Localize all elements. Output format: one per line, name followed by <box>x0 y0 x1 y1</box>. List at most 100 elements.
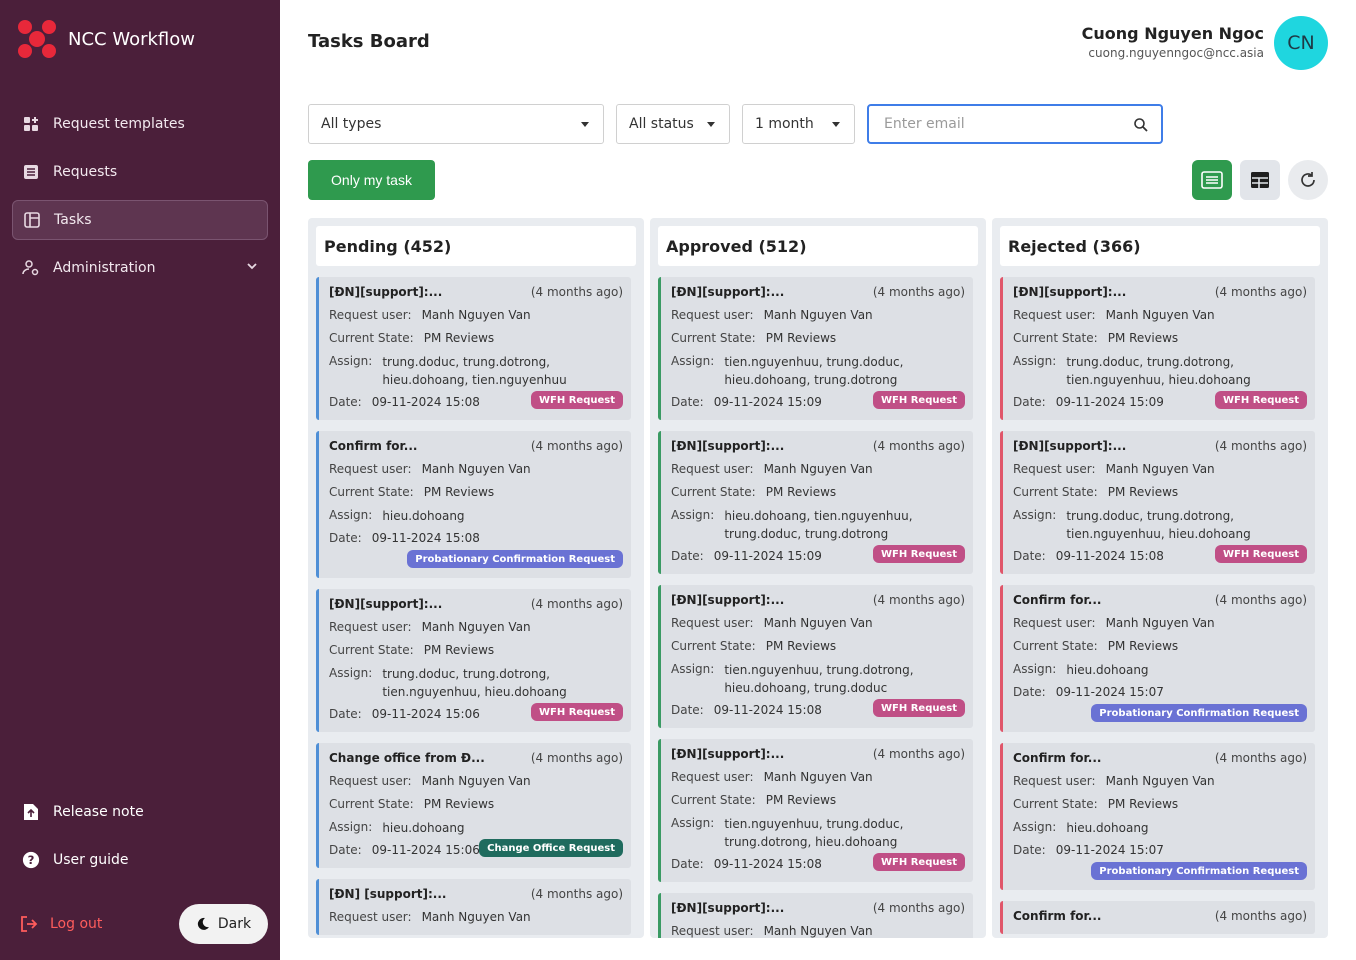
card-row: Request user: Manh Nguyen Van <box>671 616 965 639</box>
card-header-row: [ĐN][support]:... (4 months ago) <box>671 285 965 308</box>
request-user: Manh Nguyen Van <box>763 462 873 476</box>
field-label: Date: <box>329 531 362 545</box>
type-select[interactable]: All types <box>308 104 604 144</box>
field-label: Date: <box>1013 395 1046 409</box>
logout-label: Log out <box>50 916 103 932</box>
task-age: (4 months ago) <box>872 747 965 761</box>
field-label: Date: <box>329 707 362 721</box>
sidebar-item-user-guide[interactable]: ? User guide <box>12 840 268 880</box>
current-state: PM Reviews <box>423 797 495 811</box>
status-select[interactable]: All status <box>616 104 730 144</box>
search-icon[interactable] <box>1133 117 1149 133</box>
task-card[interactable]: [ĐN][support]:... (4 months ago) Request u… <box>1000 277 1315 420</box>
request-user: Manh Nguyen Van <box>763 308 873 322</box>
card-row: Current State: PM Reviews <box>671 485 965 508</box>
request-user: Manh Nguyen Van <box>763 616 873 630</box>
request-type-badge: WFH Request <box>531 391 623 409</box>
task-date: 09-11-2024 15:06 <box>371 843 480 857</box>
column-title: Rejected (366) <box>1000 226 1320 266</box>
card-row: Assign: tien.nguyenhuu, trung.doduc, hieu… <box>671 354 965 395</box>
brand[interactable]: NCC Workflow <box>16 18 195 60</box>
email-input[interactable] <box>869 106 1119 142</box>
sidebar-item-tasks[interactable]: Tasks <box>12 200 268 240</box>
sidebar-item-requests[interactable]: Requests <box>12 152 268 192</box>
field-label: Current State: <box>329 485 414 499</box>
task-title: Change office from Đ... <box>329 751 485 765</box>
logout-button[interactable]: Log out <box>20 904 102 944</box>
task-card[interactable]: Confirm for... (4 months ago) Request user… <box>1000 585 1315 732</box>
table-view-button[interactable] <box>1240 160 1280 200</box>
period-select[interactable]: 1 month <box>742 104 855 144</box>
request-user: Manh Nguyen Van <box>1105 616 1215 630</box>
request-user: Manh Nguyen Van <box>763 770 873 784</box>
field-label: Current State: <box>1013 797 1098 811</box>
assignees: trung.doduc, trung.dotrong, hieu.dohoang… <box>382 355 567 387</box>
sidebar-item-release-note[interactable]: Release note <box>12 792 268 832</box>
refresh-icon <box>1301 172 1315 187</box>
current-state: PM Reviews <box>765 485 837 499</box>
field-label: Assign: <box>329 666 373 680</box>
task-card[interactable]: [ĐN] [support]:... (4 months ago) Request … <box>316 879 631 935</box>
task-card[interactable]: Confirm for... (4 months ago) Request user… <box>316 431 631 578</box>
field-label: Date: <box>329 843 362 857</box>
task-card[interactable]: Change office from Đ... (4 months ago) Req… <box>316 743 631 868</box>
email-search <box>867 104 1163 144</box>
refresh-button[interactable] <box>1288 160 1328 200</box>
task-card[interactable]: [ĐN][support]:... (4 months ago) Request u… <box>316 277 631 420</box>
request-type-badge: WFH Request <box>873 699 965 717</box>
field-label: Request user: <box>329 620 412 634</box>
sidebar-item-label: Release note <box>53 804 144 820</box>
task-card[interactable]: [ĐN][support]:... (4 months ago) Request u… <box>316 589 631 732</box>
task-date: 09-11-2024 15:07 <box>1055 685 1164 699</box>
list-view-button[interactable] <box>1192 160 1232 200</box>
card-row: Probationary Confirmation Request <box>1013 704 1307 730</box>
card-row: Request user: Manh Nguyen Van <box>329 910 623 933</box>
task-card[interactable]: Confirm for... (4 months ago) <box>1000 901 1315 934</box>
task-age: (4 months ago) <box>1214 593 1307 607</box>
card-row: Date: 09-11-2024 15:08 WFH Request <box>671 853 965 880</box>
task-card[interactable]: [ĐN][support]:... (4 months ago) Request u… <box>658 277 973 420</box>
task-card[interactable]: [ĐN][support]:... (4 months ago) Request u… <box>658 739 973 882</box>
sidebar-item-administration[interactable]: Administration <box>12 248 268 288</box>
card-row: Date: 09-11-2024 15:08 WFH Request <box>671 699 965 726</box>
card-row: Current State: PM Reviews <box>671 793 965 816</box>
column-rejected: Rejected (366) [ĐN][support]:... (4 month… <box>992 218 1328 938</box>
field-label: Current State: <box>671 485 756 499</box>
task-age: (4 months ago) <box>530 285 623 299</box>
request-type-badge: WFH Request <box>531 703 623 721</box>
requests-icon <box>22 163 40 181</box>
only-my-task-button[interactable]: Only my task <box>308 160 435 200</box>
dark-mode-toggle[interactable]: Dark <box>179 904 268 944</box>
avatar[interactable]: CN <box>1274 16 1328 70</box>
task-card[interactable]: Confirm for... (4 months ago) Request user… <box>1000 743 1315 890</box>
card-header-row: Confirm for... (4 months ago) <box>1013 751 1307 774</box>
task-title: [ĐN][support]:... <box>671 747 785 761</box>
task-card[interactable]: [ĐN][support]:... (4 months ago) Request u… <box>658 585 973 728</box>
field-label: Current State: <box>1013 485 1098 499</box>
card-row: Assign: tien.nguyenhuu, trung.dotrong, hi… <box>671 662 965 703</box>
card-row: Current State: PM Reviews <box>329 643 623 666</box>
task-card[interactable]: [ĐN][support]:... (4 months ago) Request u… <box>658 893 973 938</box>
card-row: Request user: Manh Nguyen Van <box>1013 616 1307 639</box>
sidebar-item-request-templates[interactable]: Request templates <box>12 104 268 144</box>
task-age: (4 months ago) <box>872 439 965 453</box>
card-header-row: [ĐN][support]:... (4 months ago) <box>1013 285 1307 308</box>
field-label: Request user: <box>671 770 754 784</box>
card-row: Request user: Manh Nguyen Van <box>329 774 623 797</box>
assignees: hieu.dohoang <box>1066 821 1149 835</box>
card-header-row: [ĐN] [support]:... (4 months ago) <box>329 887 623 910</box>
task-card[interactable]: [ĐN][support]:... (4 months ago) Request u… <box>658 431 973 574</box>
field-label: Assign: <box>1013 354 1057 368</box>
task-card[interactable]: [ĐN][support]:... (4 months ago) Request u… <box>1000 431 1315 574</box>
field-label: Request user: <box>1013 462 1096 476</box>
request-type-badge: Probationary Confirmation Request <box>1091 704 1307 722</box>
task-age: (4 months ago) <box>872 593 965 607</box>
task-date: 09-11-2024 15:06 <box>371 707 480 721</box>
card-row: Assign: hieu.dohoang, tien.nguyenhuu, tru… <box>671 508 965 549</box>
tasks-icon <box>23 211 41 229</box>
field-label: Date: <box>1013 843 1046 857</box>
assignees: trung.doduc, trung.dotrong, tien.nguyenh… <box>1066 355 1251 387</box>
task-title: Confirm for... <box>329 439 418 453</box>
request-user: Manh Nguyen Van <box>421 620 531 634</box>
task-date: 09-11-2024 15:08 <box>371 531 480 545</box>
